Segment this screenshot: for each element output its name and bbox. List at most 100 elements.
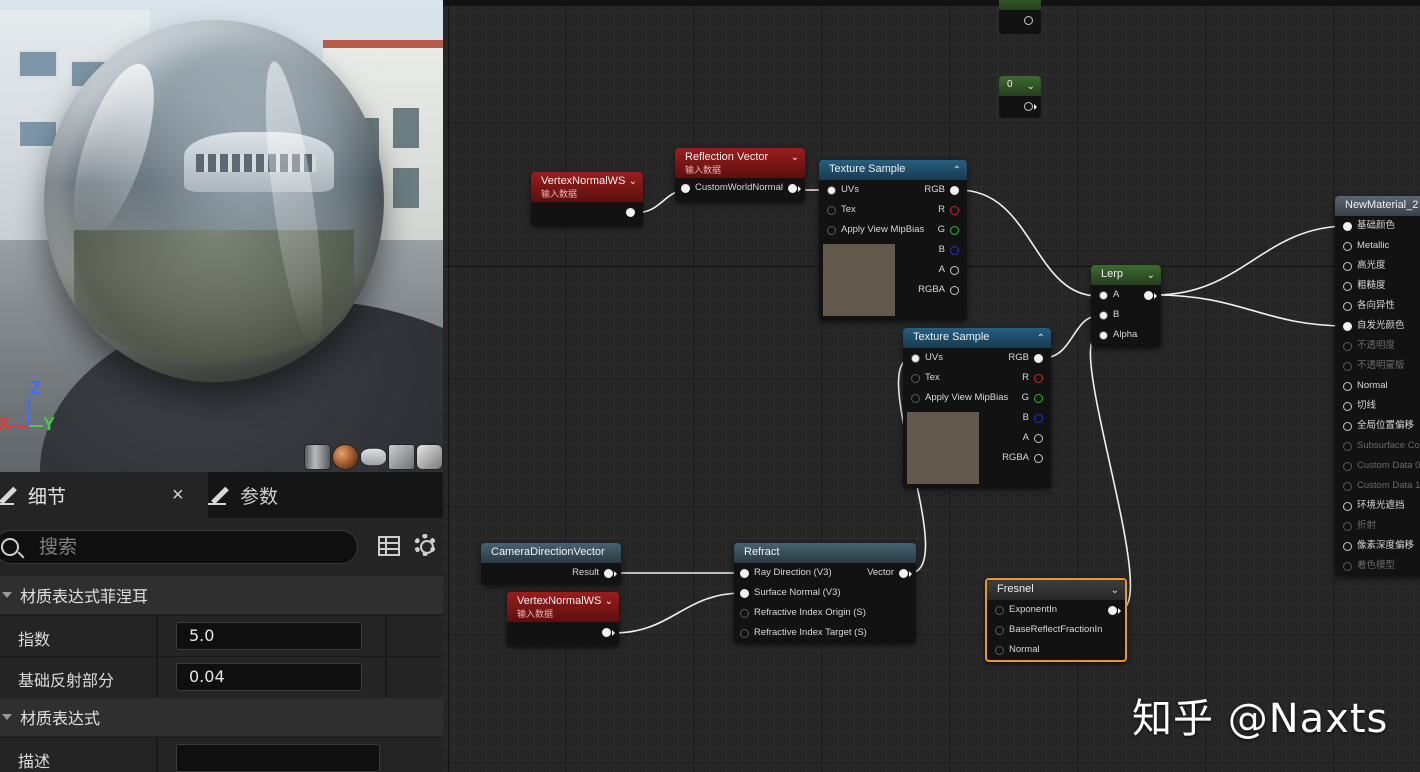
tab-details[interactable]: 细节 ×	[0, 472, 208, 518]
base-reflect-fraction-field[interactable]: 0.04	[176, 663, 362, 691]
input-pin[interactable]	[1343, 402, 1352, 411]
vertex-normal-ws-node[interactable]: VertexNormalWS 输入数据 ⌄	[531, 172, 643, 226]
output-pin[interactable]	[950, 226, 959, 235]
node-title: NewMaterial_2	[1345, 199, 1419, 211]
output-pin[interactable]	[788, 184, 801, 193]
teapot-icon[interactable]	[416, 444, 443, 470]
input-pin[interactable]	[1343, 542, 1352, 551]
output-pin[interactable]	[1034, 454, 1043, 463]
input-pin[interactable]	[740, 569, 749, 578]
chevron-down-icon[interactable]: ⌄	[629, 174, 637, 190]
output-pin[interactable]	[950, 186, 959, 195]
chevron-down-icon[interactable]: ⌄	[1027, 78, 1035, 96]
output-pin[interactable]	[899, 569, 912, 578]
camera-direction-vector-node[interactable]: CameraDirectionVector Result	[481, 543, 621, 585]
plane-icon[interactable]	[360, 447, 387, 467]
vertex-normal-ws-node[interactable]: VertexNormalWS 输入数据 ⌄	[507, 592, 619, 646]
output-pin[interactable]	[1144, 291, 1157, 300]
output-pin[interactable]	[1024, 102, 1037, 111]
material-result-node[interactable]: NewMaterial_2 基础颜色 Metallic 高光度 粗糙度 各向异性 自发光颜…	[1335, 196, 1420, 576]
input-pin[interactable]	[1343, 242, 1352, 251]
texture-sample-node[interactable]: Texture Sample ⌃ UVs RGB Tex R Apply Vie…	[819, 160, 967, 320]
input-pin[interactable]	[1099, 311, 1108, 320]
input-pin[interactable]	[740, 589, 749, 598]
input-pin[interactable]	[911, 354, 920, 363]
material-input-row: 着色模型	[1335, 556, 1420, 576]
input-pin[interactable]	[740, 609, 749, 618]
output-pin[interactable]	[1108, 606, 1121, 615]
input-pin[interactable]	[1343, 222, 1352, 231]
input-pin[interactable]	[827, 226, 836, 235]
pin-label: Normal	[1009, 644, 1040, 655]
exponent-field[interactable]: 5.0	[176, 622, 362, 650]
input-pin[interactable]	[1343, 422, 1352, 431]
constant-node-0[interactable]: 0 ⌄	[999, 76, 1041, 118]
pin-label: Alpha	[1113, 329, 1138, 340]
output-pin[interactable]	[626, 208, 635, 217]
output-pin[interactable]	[950, 286, 959, 295]
input-pin[interactable]	[1343, 302, 1352, 311]
chevron-up-icon[interactable]: ⌃	[953, 162, 961, 180]
search-input[interactable]	[39, 533, 339, 561]
input-pin[interactable]	[740, 629, 749, 638]
output-pin[interactable]	[950, 266, 959, 275]
watermark: 知乎 @Naxts	[1132, 696, 1389, 742]
input-pin[interactable]	[995, 626, 1004, 635]
reflection-vector-node[interactable]: Reflection Vector 输入数据 ⌄ CustomWorldNorm…	[675, 148, 805, 202]
constant-node-top[interactable]	[999, 0, 1041, 34]
input-pin[interactable]	[911, 374, 920, 383]
input-pin[interactable]	[827, 186, 836, 195]
refract-node[interactable]: Refract Ray Direction (V3) Vector Surfac…	[734, 543, 916, 643]
gear-icon[interactable]	[414, 534, 436, 556]
sphere-icon[interactable]	[332, 444, 359, 470]
output-pin[interactable]	[950, 246, 959, 255]
input-pin[interactable]	[1343, 502, 1352, 511]
input-pin[interactable]	[995, 646, 1004, 655]
chevron-down-icon[interactable]: ⌄	[791, 150, 799, 166]
lerp-node[interactable]: Lerp ⌄ A B Alpha	[1091, 265, 1161, 347]
input-pin[interactable]	[1099, 291, 1108, 300]
input-pin[interactable]	[911, 394, 920, 403]
close-icon[interactable]: ×	[172, 484, 184, 507]
chevron-up-icon[interactable]: ⌃	[1037, 330, 1045, 348]
tab-parameters[interactable]: 参数	[208, 472, 412, 518]
chevron-down-icon[interactable]: ⌄	[605, 594, 613, 610]
section-expression-header[interactable]: 材质表达式	[0, 698, 443, 736]
material-graph-canvas[interactable]: 0 ⌄ VertexNormalWS 输入数据 ⌄ Reflection Vec…	[443, 0, 1420, 772]
output-pin[interactable]	[1034, 434, 1043, 443]
cylinder-icon[interactable]	[304, 444, 331, 470]
output-pin[interactable]	[1024, 16, 1033, 25]
fresnel-node[interactable]: Fresnel ⌄ ExponentIn BaseReflectFraction…	[985, 578, 1127, 662]
pin-label: BaseReflectFractionIn	[1009, 624, 1103, 635]
input-pin	[1343, 462, 1352, 471]
description-field[interactable]	[176, 744, 380, 772]
input-pin[interactable]	[1343, 282, 1352, 291]
output-pin[interactable]	[1034, 354, 1043, 363]
input-pin	[1343, 342, 1352, 351]
input-pin[interactable]	[1343, 322, 1352, 331]
chevron-down-icon[interactable]: ⌄	[1147, 267, 1155, 285]
output-pin[interactable]	[1034, 374, 1043, 383]
output-pin[interactable]	[602, 628, 615, 637]
table-view-icon[interactable]	[378, 536, 400, 556]
output-pin[interactable]	[1034, 394, 1043, 403]
output-pin[interactable]	[604, 569, 617, 578]
input-pin[interactable]	[1343, 262, 1352, 271]
wire	[958, 189, 1099, 297]
input-pin[interactable]	[681, 184, 690, 193]
pin-label: Apply View MipBias	[841, 224, 925, 235]
pin-label: UVs	[841, 184, 859, 195]
input-pin[interactable]	[1099, 331, 1108, 340]
section-fresnel-header[interactable]: 材质表达式菲涅耳	[0, 576, 443, 614]
texture-sample-node[interactable]: Texture Sample ⌃ UVs RGB Tex R Apply Vie…	[903, 328, 1051, 488]
output-pin[interactable]	[950, 206, 959, 215]
input-pin[interactable]	[995, 606, 1004, 615]
search-box	[0, 530, 358, 564]
chevron-down-icon[interactable]: ⌄	[1111, 582, 1119, 600]
input-pin[interactable]	[1343, 382, 1352, 391]
material-preview-viewport[interactable]: Z Y X	[0, 0, 443, 472]
output-pin[interactable]	[1034, 414, 1043, 423]
input-pin[interactable]	[827, 206, 836, 215]
cube-icon[interactable]	[388, 444, 415, 470]
details-tabbar: 细节 × 参数	[0, 472, 443, 518]
